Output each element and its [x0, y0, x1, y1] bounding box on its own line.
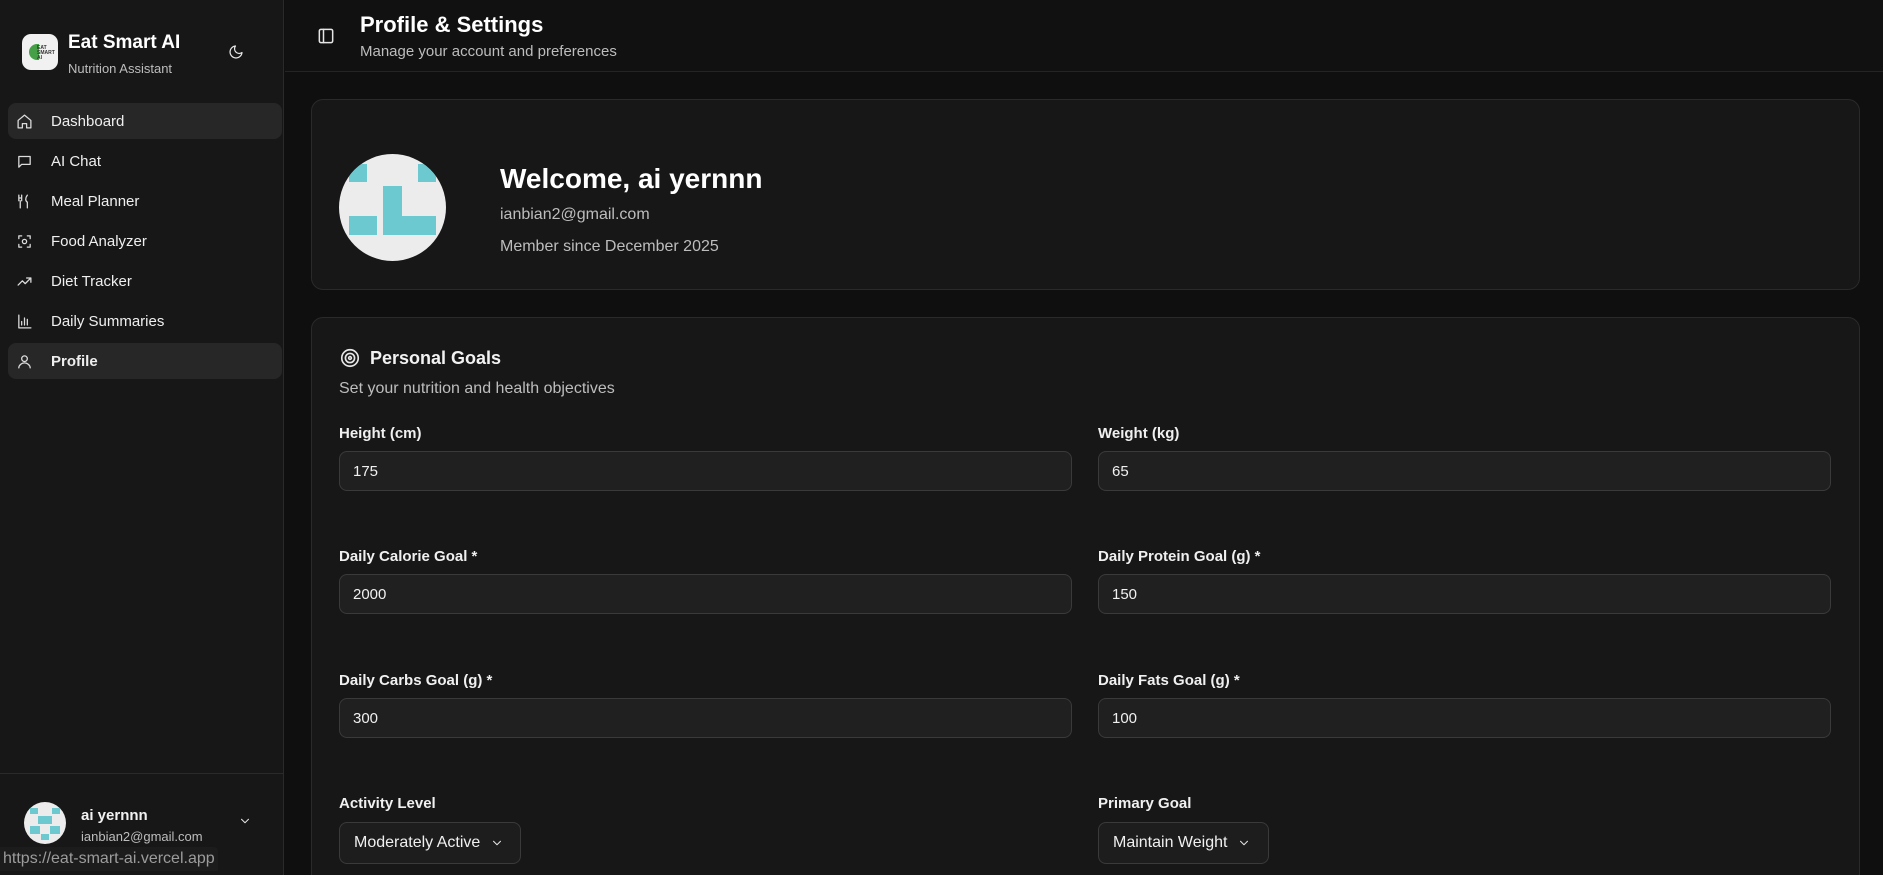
header: Profile & Settings Manage your account a…	[285, 0, 1883, 72]
primary-goal-value: Maintain Weight	[1113, 834, 1228, 851]
brand-title: Eat Smart AI	[68, 32, 181, 53]
sidebar-item-label: Dashboard	[51, 112, 125, 130]
eat-smart-logo-icon: EAT SMART AI	[27, 39, 55, 65]
sidebar-item-label: Diet Tracker	[51, 272, 132, 290]
member-since: Member since December 2025	[500, 238, 719, 255]
sidebar-item-food-analyzer[interactable]: Food Analyzer	[8, 223, 282, 259]
identicon-avatar-icon	[349, 164, 436, 235]
sidebar-item-meal-planner[interactable]: Meal Planner	[8, 183, 282, 219]
sidebar-nav: Dashboard AI Chat Meal Planner Food Anal…	[8, 103, 282, 383]
weight-label: Weight (kg)	[1098, 425, 1180, 442]
activity-level-select[interactable]: Moderately Active	[339, 822, 521, 864]
theme-toggle-button[interactable]	[224, 40, 248, 64]
chevron-down-icon[interactable]	[238, 814, 252, 828]
chevron-down-icon	[1240, 840, 1249, 846]
sidebar-item-profile[interactable]: Profile	[8, 343, 282, 379]
brand-subtitle: Nutrition Assistant	[68, 61, 173, 76]
goals-subtitle: Set your nutrition and health objectives	[339, 380, 615, 397]
fats-goal-field[interactable]: 100	[1098, 698, 1831, 738]
page-subtitle: Manage your account and preferences	[360, 43, 617, 60]
sidebar-item-label: Profile	[51, 352, 98, 370]
profile-card: Welcome, ai yernnn ianbian2@gmail.com Me…	[311, 99, 1860, 290]
user-email: ianbian2@gmail.com	[81, 829, 203, 844]
sidebar-item-dashboard[interactable]: Dashboard	[8, 103, 282, 139]
height-label: Height (cm)	[339, 425, 422, 442]
chat-icon	[15, 152, 33, 170]
sidebar-item-label: AI Chat	[51, 152, 102, 170]
moon-icon	[229, 45, 243, 59]
sidebar-item-ai-chat[interactable]: AI Chat	[8, 143, 282, 179]
welcome-heading: Welcome, ai yernnn	[500, 163, 763, 194]
weight-field[interactable]: 65	[1098, 451, 1831, 491]
goals-title: Personal Goals	[370, 348, 502, 368]
brand-logo: EAT SMART AI	[22, 34, 58, 70]
target-icon	[340, 348, 360, 368]
sidebar-item-label: Food Analyzer	[51, 232, 147, 250]
activity-level-label: Activity Level	[339, 795, 436, 812]
trending-up-icon	[15, 272, 33, 290]
sidebar-item-label: Daily Summaries	[51, 312, 165, 330]
protein-goal-field[interactable]: 150	[1098, 574, 1831, 614]
sidebar-toggle-icon[interactable]	[316, 26, 336, 46]
height-field[interactable]: 175	[339, 451, 1072, 491]
calorie-goal-label: Daily Calorie Goal *	[339, 548, 478, 565]
primary-goal-select[interactable]: Maintain Weight	[1098, 822, 1269, 864]
scan-icon	[15, 232, 33, 250]
profile-email: ianbian2@gmail.com	[500, 206, 650, 223]
utensils-icon	[15, 192, 33, 210]
bar-chart-icon	[15, 312, 33, 330]
page-title: Profile & Settings	[360, 12, 544, 37]
sidebar-item-label: Meal Planner	[51, 192, 140, 210]
personal-goals-card: Personal Goals Set your nutrition and he…	[311, 317, 1860, 875]
sidebar-item-diet-tracker[interactable]: Diet Tracker	[8, 263, 282, 299]
protein-goal-label: Daily Protein Goal (g) *	[1098, 548, 1261, 565]
carbs-goal-label: Daily Carbs Goal (g) *	[339, 672, 493, 689]
avatar	[24, 802, 66, 844]
fats-goal-label: Daily Fats Goal (g) *	[1098, 672, 1240, 689]
home-icon	[15, 112, 33, 130]
identicon-avatar-icon	[30, 808, 60, 840]
chevron-down-icon	[493, 840, 502, 846]
avatar	[339, 154, 446, 261]
main-content: Profile & Settings Manage your account a…	[285, 0, 1883, 875]
activity-level-value: Moderately Active	[354, 834, 481, 851]
sidebar: EAT SMART AI Eat Smart AI Nutrition Assi…	[0, 0, 284, 875]
calorie-goal-field[interactable]: 2000	[339, 574, 1072, 614]
sidebar-item-daily-summaries[interactable]: Daily Summaries	[8, 303, 282, 339]
logo-text: EAT SMART AI	[37, 45, 55, 61]
primary-goal-label: Primary Goal	[1098, 795, 1192, 812]
carbs-goal-field[interactable]: 300	[339, 698, 1072, 738]
user-name: ai yernnn	[81, 807, 148, 824]
user-icon	[15, 352, 33, 370]
status-url: https://eat-smart-ai.vercel.app	[0, 847, 218, 871]
